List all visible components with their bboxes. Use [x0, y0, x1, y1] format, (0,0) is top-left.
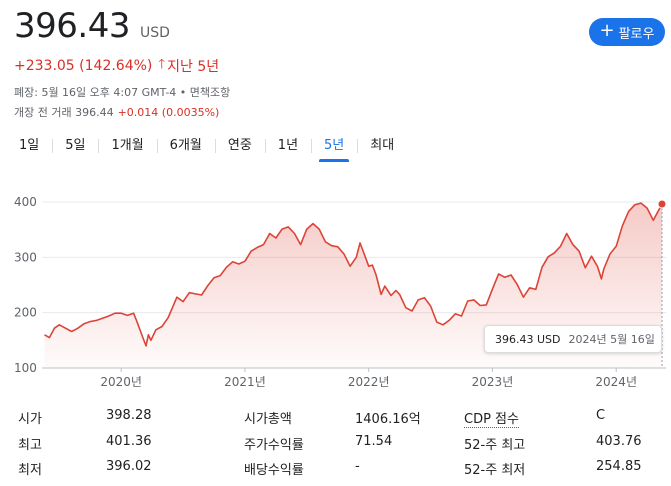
follow-button[interactable]: + 팔로우	[589, 18, 665, 46]
stat-value: 398.28	[106, 408, 152, 423]
price-chart-svg: 400 300 200 100 2020년 2021년 2022년 2023년 2024년	[14, 195, 667, 389]
stat-label: 배당수익률	[244, 463, 304, 478]
x-tick-label: 2020년	[100, 375, 142, 389]
price-chart[interactable]: 400 300 200 100 2020년 2021년 2022년 2023년 2024년	[0, 178, 671, 398]
price-header: 396.43 USD	[14, 6, 170, 46]
follow-button-label: 팔로우	[618, 26, 655, 42]
stat-value: 254.85	[596, 459, 642, 474]
stat-value: 403.76	[596, 434, 642, 449]
premarket-label: 개장 전 거래 396.44	[14, 106, 114, 119]
change-value: +233.05 (142.64%)	[14, 58, 153, 74]
tab-1d[interactable]: 1일	[6, 136, 52, 160]
stat-label: 시가	[18, 412, 42, 427]
tab-1y[interactable]: 1년	[264, 136, 311, 160]
arrow-up-icon: 🡑	[158, 57, 166, 72]
y-tick-label: 100	[14, 361, 37, 375]
cdp-score-link[interactable]: CDP 점수	[464, 408, 519, 428]
tab-ytd[interactable]: 연중	[214, 136, 265, 160]
currency-label: USD	[139, 25, 170, 41]
tab-5y[interactable]: 5년	[311, 136, 357, 162]
tab-5d[interactable]: 5일	[52, 136, 98, 160]
stats-row: 시가 398.28 시가총액 1406.16억 CDP 점수 C	[0, 408, 671, 430]
stat-value: 401.36	[106, 434, 152, 449]
stat-label: 주가수익률	[244, 438, 304, 453]
plus-icon: +	[599, 20, 615, 41]
stat-value: -	[355, 459, 360, 474]
stat-value: C	[596, 408, 606, 423]
stat-label: 최고	[18, 438, 42, 453]
current-price: 396.43	[14, 6, 130, 46]
x-tick-label: 2024년	[595, 375, 637, 389]
y-tick-label: 400	[14, 195, 37, 209]
endpoint-marker	[657, 199, 667, 209]
tab-max[interactable]: 최대	[357, 136, 407, 160]
stat-value: 71.54	[355, 434, 393, 449]
y-tick-label: 200	[14, 306, 37, 320]
market-status: 폐장: 5월 16일 오후 4:07 GMT-4 • 면책조항	[14, 86, 231, 99]
stat-label: 시가총액	[244, 412, 292, 427]
premarket-change: +0.014 (0.0035%)	[117, 106, 220, 119]
stat-label: 52-주 최저	[464, 463, 526, 478]
stats-row: 최저 396.02 배당수익률 - 52-주 최저 254.85	[0, 459, 671, 481]
stat-label: 52-주 최고	[464, 438, 526, 453]
stats-row: 최고 401.36 주가수익률 71.54 52-주 최고 403.76	[0, 434, 671, 456]
y-tick-label: 300	[14, 250, 37, 264]
stat-value: 396.02	[106, 459, 152, 474]
premarket-info: 개장 전 거래 396.44 +0.014 (0.0035%)	[14, 104, 219, 120]
tooltip-date: 2024년 5월 16일	[568, 333, 655, 346]
stat-label: 최저	[18, 463, 42, 478]
price-change: +233.05 (142.64%) 🡑 지난 5년	[14, 55, 219, 77]
x-tick-label: 2023년	[472, 375, 514, 389]
x-tick-label: 2022년	[348, 375, 390, 389]
tab-1m[interactable]: 1개월	[98, 136, 156, 160]
change-period: 지난 5년	[167, 59, 220, 75]
range-tabs: 1일 5일 1개월 6개월 연중 1년 5년 최대	[6, 136, 407, 162]
tab-6m[interactable]: 6개월	[156, 136, 215, 160]
chart-tooltip: 396.43 USD 2024년 5월 16일	[484, 325, 662, 353]
stat-value: 1406.16억	[355, 412, 421, 427]
x-tick-label: 2021년	[224, 375, 266, 389]
tooltip-value: 396.43 USD	[495, 332, 561, 346]
